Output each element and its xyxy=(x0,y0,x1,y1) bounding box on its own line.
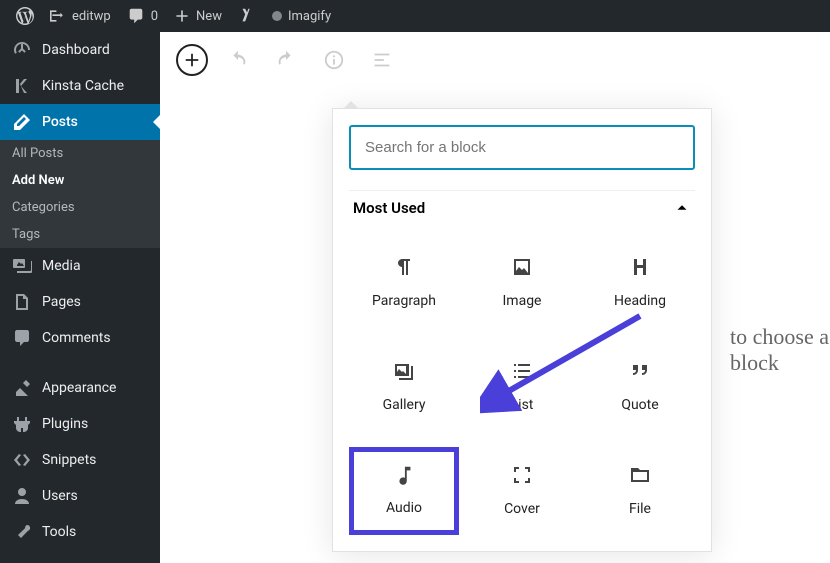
sidebar-item-kinsta[interactable]: Kinsta Cache xyxy=(0,68,160,104)
sidebar-item-dashboard[interactable]: Dashboard xyxy=(0,32,160,68)
comments-count: 0 xyxy=(151,9,158,24)
section-most-used[interactable]: Most Used xyxy=(349,190,695,225)
sidebar-item-snippets[interactable]: Snippets xyxy=(0,442,160,478)
info-button[interactable] xyxy=(316,42,352,78)
block-inserter-popover: Most Used Paragraph Image Heading Galler… xyxy=(332,108,712,552)
search-input[interactable] xyxy=(349,125,695,170)
imagify-link[interactable]: Imagify xyxy=(264,9,339,24)
block-image[interactable]: Image xyxy=(467,239,577,327)
admin-topbar: editwp 0 New Imagify xyxy=(0,0,830,32)
sidebar-subitem-all-posts[interactable]: All Posts xyxy=(0,140,160,167)
placeholder-hint: to choose a block xyxy=(730,324,830,376)
chevron-up-icon xyxy=(673,199,691,217)
wp-logo[interactable] xyxy=(8,7,42,25)
yoast-link[interactable] xyxy=(230,7,264,25)
block-paragraph[interactable]: Paragraph xyxy=(349,239,459,327)
sidebar-item-appearance[interactable]: Appearance xyxy=(0,370,160,406)
admin-sidebar: Dashboard Kinsta Cache Posts All Posts A… xyxy=(0,32,160,563)
imagify-icon xyxy=(272,11,282,21)
block-gallery[interactable]: Gallery xyxy=(349,343,459,431)
imagify-label: Imagify xyxy=(288,9,331,24)
redo-button[interactable] xyxy=(268,42,304,78)
sidebar-subitem-categories[interactable]: Categories xyxy=(0,194,160,221)
block-grid: Paragraph Image Heading Gallery List Quo… xyxy=(349,239,695,535)
block-audio[interactable]: Audio xyxy=(349,447,459,535)
block-file[interactable]: File xyxy=(585,447,695,535)
block-list[interactable]: List xyxy=(467,343,577,431)
site-link[interactable]: editwp xyxy=(42,8,119,24)
new-label: New xyxy=(196,9,222,24)
editor-toolbar xyxy=(160,32,830,88)
new-link[interactable]: New xyxy=(166,8,230,24)
sidebar-item-tools[interactable]: Tools xyxy=(0,514,160,550)
sidebar-item-posts[interactable]: Posts xyxy=(0,104,160,140)
undo-button[interactable] xyxy=(220,42,256,78)
comments-link[interactable]: 0 xyxy=(119,7,166,25)
block-cover[interactable]: Cover xyxy=(467,447,577,535)
sidebar-subitem-tags[interactable]: Tags xyxy=(0,221,160,248)
sidebar-item-plugins[interactable]: Plugins xyxy=(0,406,160,442)
block-heading[interactable]: Heading xyxy=(585,239,695,327)
sidebar-item-users[interactable]: Users xyxy=(0,478,160,514)
editor-content: Most Used Paragraph Image Heading Galler… xyxy=(160,32,830,563)
sidebar-item-media[interactable]: Media xyxy=(0,248,160,284)
outline-button[interactable] xyxy=(364,42,400,78)
sidebar-item-comments[interactable]: Comments xyxy=(0,320,160,356)
sidebar-item-pages[interactable]: Pages xyxy=(0,284,160,320)
sidebar-subitem-add-new[interactable]: Add New xyxy=(0,167,160,194)
add-block-button[interactable] xyxy=(176,44,208,76)
block-quote[interactable]: Quote xyxy=(585,343,695,431)
site-name: editwp xyxy=(72,9,111,24)
